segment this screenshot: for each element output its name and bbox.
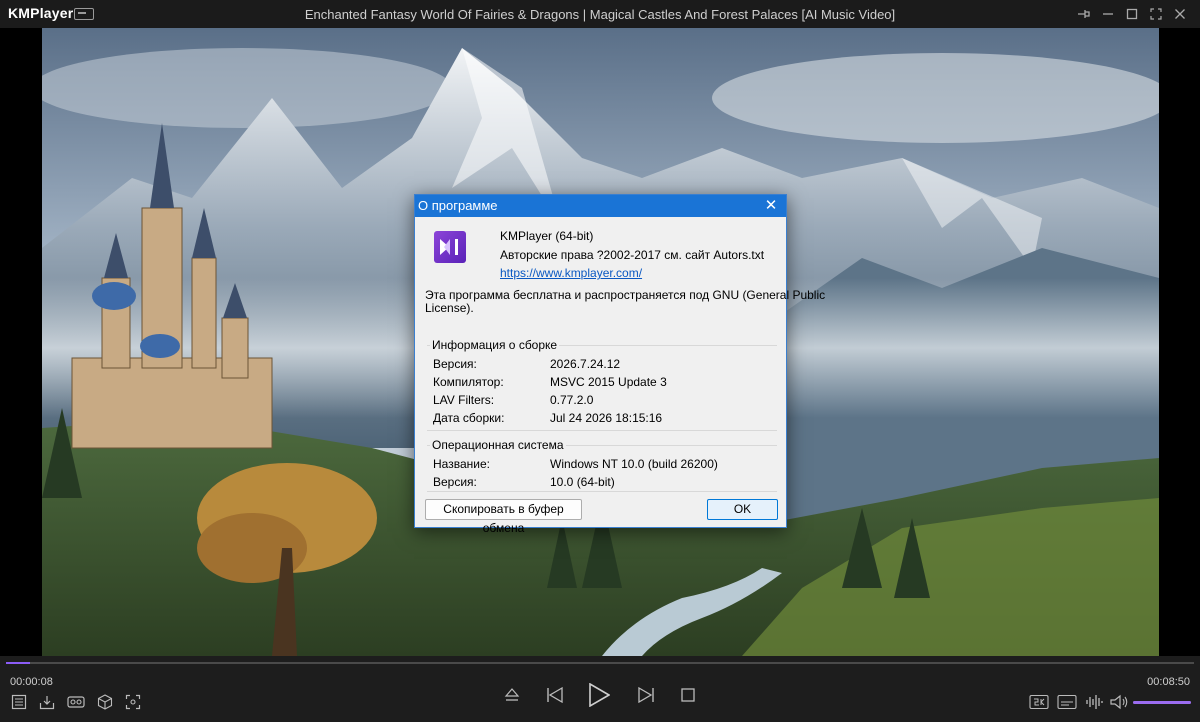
- vr-headset-icon[interactable]: [66, 693, 86, 711]
- os-name-label: Название:: [433, 457, 490, 471]
- app-logo: KMPlayer: [8, 5, 74, 21]
- subtitles-icon[interactable]: [1056, 693, 1078, 711]
- os-version-label: Версия:: [433, 475, 477, 489]
- title-bar: KMPlayer Enchanted Fantasy World Of Fair…: [0, 0, 1200, 28]
- download-icon[interactable]: [38, 693, 56, 711]
- copyright-text: Авторские права ?2002-2017 см. сайт Auto…: [500, 248, 765, 262]
- equalizer-icon[interactable]: [1084, 693, 1104, 711]
- build-version-value: 2026.7.24.12: [550, 357, 621, 371]
- playlist-icon[interactable]: [10, 693, 28, 711]
- lav-filters-value: 0.77.2.0: [550, 393, 594, 407]
- dialog-title: О программе: [418, 198, 498, 213]
- dialog-title-bar: О программе ✕: [415, 195, 786, 217]
- stop-icon[interactable]: [678, 685, 698, 705]
- eject-icon[interactable]: [502, 685, 522, 705]
- next-icon[interactable]: [635, 685, 657, 705]
- close-icon[interactable]: [1168, 0, 1192, 28]
- app-name: KMPlayer (64-bit): [500, 229, 594, 243]
- 3d-cube-icon[interactable]: [96, 693, 114, 711]
- about-dialog: О программе ✕ KMPlayer (64-bit) Авторски…: [414, 194, 825, 535]
- seek-bar[interactable]: [6, 662, 1194, 664]
- ok-button[interactable]: OK: [707, 499, 778, 520]
- volume-slider[interactable]: [1133, 701, 1191, 704]
- play-icon[interactable]: [586, 682, 612, 708]
- speed-icon[interactable]: [1028, 693, 1050, 711]
- maximize-icon[interactable]: [1120, 0, 1144, 28]
- volume-level: [1133, 701, 1191, 704]
- build-info-title: Информация о сборке: [430, 338, 560, 352]
- os-version-value: 10.0 (64-bit): [550, 475, 615, 489]
- capture-icon[interactable]: [124, 693, 142, 711]
- fullscreen-icon[interactable]: [1144, 0, 1168, 28]
- os-info-title: Операционная система: [430, 438, 566, 452]
- seek-progress: [6, 662, 30, 664]
- minimize-icon[interactable]: [1096, 0, 1120, 28]
- elapsed-time: 00:00:08: [10, 676, 53, 688]
- build-date-value: Jul 24 2026 18:15:16: [550, 411, 663, 425]
- player-controls: 00:00:08 00:08:50: [0, 656, 1200, 722]
- website-link[interactable]: https://www.kmplayer.com/: [500, 266, 642, 280]
- lav-filters-label: LAV Filters:: [433, 393, 495, 407]
- pin-icon[interactable]: [1072, 0, 1096, 28]
- copy-to-clipboard-button[interactable]: Скопировать в буфер обмена: [425, 499, 582, 535]
- build-version-label: Версия:: [433, 357, 477, 371]
- letterbox-left: [0, 28, 42, 656]
- total-duration: 00:08:50: [1147, 676, 1190, 688]
- window-title: Enchanted Fantasy World Of Fairies & Dra…: [304, 7, 896, 22]
- build-info-group: Информация о сборке Версия: 2026.7.24.12…: [427, 338, 777, 431]
- os-info-group: Операционная система Название: Windows N…: [427, 438, 777, 492]
- dialog-close-icon[interactable]: ✕: [762, 197, 780, 215]
- compiler-label: Компилятор:: [433, 375, 504, 389]
- license-text-line1: Эта программа бесплатна и распространяет…: [425, 288, 826, 302]
- previous-icon[interactable]: [544, 685, 566, 705]
- build-date-label: Дата сборки:: [433, 411, 505, 425]
- license-text-line2: License).: [425, 301, 474, 315]
- mini-mode-icon[interactable]: [74, 8, 94, 20]
- os-name-value: Windows NT 10.0 (build 26200): [550, 457, 718, 471]
- volume-icon[interactable]: [1108, 693, 1130, 711]
- kmplayer-app-icon: [434, 231, 466, 263]
- compiler-value: MSVC 2015 Update 3: [550, 375, 667, 389]
- letterbox-right: [1159, 28, 1200, 656]
